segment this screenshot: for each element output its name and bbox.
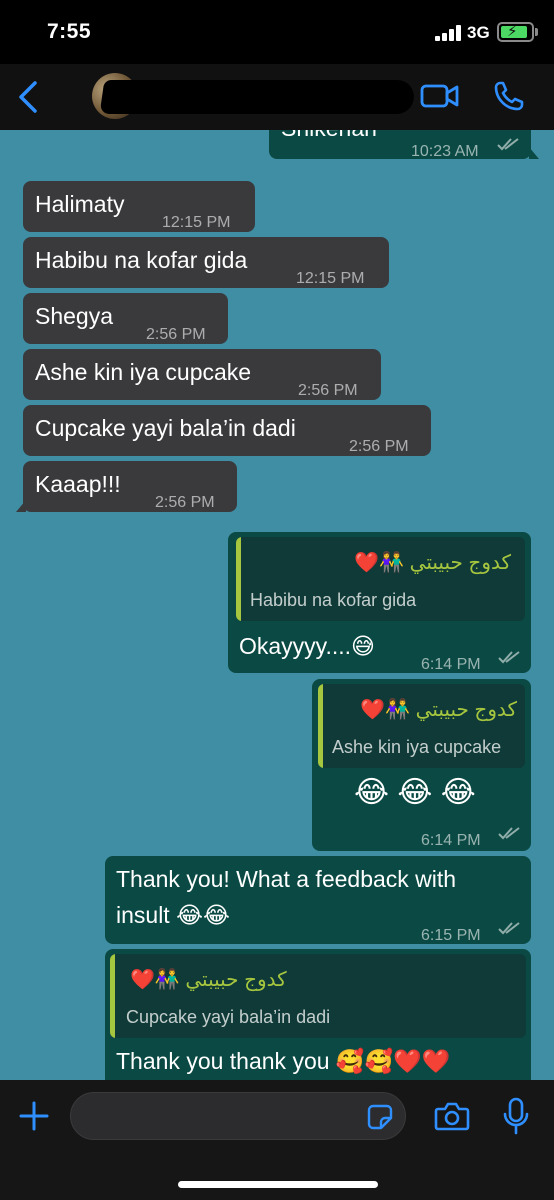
message-bubble-outgoing[interactable]: كدوج حبيبتي 👫❤️ Ashe kin iya cupcake 😂 😂… xyxy=(312,679,531,851)
message-input[interactable] xyxy=(70,1092,406,1140)
message-bubble-incoming[interactable]: Cupcake yayi bala’in dadi 2:56 PM xyxy=(23,405,431,456)
quote-accent-bar xyxy=(236,537,241,621)
message-bubble-incoming[interactable]: Habibu na kofar gida 12:15 PM xyxy=(23,237,389,288)
quote-text: Habibu na kofar gida xyxy=(250,590,417,610)
attach-button[interactable] xyxy=(16,1098,52,1134)
quote-accent-bar xyxy=(318,684,323,768)
quoted-message[interactable]: كدوج حبيبتي 👫❤️ Ashe kin iya cupcake xyxy=(318,684,525,768)
message-bubble-outgoing[interactable]: كدوج حبيبتي 👫❤️ Habibu na kofar gida Oka… xyxy=(228,532,531,673)
read-receipt-icon xyxy=(498,651,520,664)
read-receipt-icon xyxy=(498,922,520,935)
message-time: 10:23 AM xyxy=(411,143,479,160)
message-time: 2:56 PM xyxy=(349,438,409,455)
battery-charging-icon: ⚡ xyxy=(497,22,534,42)
video-camera-icon xyxy=(420,84,459,108)
message-bubble-outgoing[interactable]: كدوج حبيبتي 👫❤️ Cupcake yayi bala’in dad… xyxy=(105,949,531,1080)
status-bar: 7:55 3G ⚡ xyxy=(0,0,554,64)
plus-icon xyxy=(19,1101,49,1131)
read-receipt-icon xyxy=(498,827,520,840)
message-time: 2:56 PM xyxy=(155,494,215,511)
message-bubble-incoming[interactable]: Kaaap!!! 2:56 PM xyxy=(16,461,237,512)
sticker-button[interactable] xyxy=(365,1102,395,1132)
read-receipt-icon xyxy=(497,138,519,151)
chat-messages-area[interactable]: Shikenan 10:23 AM Halimaty 12:15 PM Habi… xyxy=(0,130,554,1080)
message-time: 12:15 PM xyxy=(296,270,365,287)
quoted-message[interactable]: كدوج حبيبتي 👫❤️ Habibu na kofar gida xyxy=(236,537,525,621)
quote-author: كدوج حبيبتي 👫❤️ xyxy=(354,552,511,574)
message-bubble-outgoing[interactable]: Thank you! What a feedback with insult 😂… xyxy=(105,856,531,944)
quote-author: كدوج حبيبتي 👫❤️ xyxy=(360,699,517,721)
quote-author: كدوج حبيبتي 👫❤️ xyxy=(130,969,287,991)
message-time: 6:14 PM xyxy=(421,832,481,849)
voice-call-button[interactable] xyxy=(489,76,529,116)
message-composer xyxy=(0,1080,554,1200)
message-bubble-incoming[interactable]: Shegya 2:56 PM xyxy=(23,293,228,344)
network-type: 3G xyxy=(467,23,490,42)
quote-text: Ashe kin iya cupcake xyxy=(332,737,502,757)
bubble-tail xyxy=(529,147,539,159)
phone-icon xyxy=(494,81,524,111)
home-indicator xyxy=(178,1181,378,1188)
message-bubble-outgoing[interactable]: Shikenan 10:23 AM xyxy=(269,130,539,160)
bubble-tail xyxy=(16,500,26,512)
message-text: Halimaty xyxy=(35,191,125,217)
cellular-signal-icon xyxy=(435,25,461,41)
message-text-line: insult 😂😂 xyxy=(116,902,230,928)
quote-accent-bar xyxy=(110,954,115,1038)
message-time: 2:56 PM xyxy=(146,326,206,343)
message-time: 12:15 PM xyxy=(162,214,231,231)
chevron-left-icon xyxy=(19,81,37,113)
message-text: Shegya xyxy=(35,303,114,329)
message-time: 2:56 PM xyxy=(298,382,358,399)
camera-button[interactable] xyxy=(432,1098,472,1134)
quote-text: Cupcake yayi bala’in dadi xyxy=(126,1007,331,1027)
camera-icon xyxy=(434,1102,470,1131)
quoted-message[interactable]: كدوج حبيبتي 👫❤️ Cupcake yayi bala’in dad… xyxy=(110,954,526,1038)
message-bubble-incoming[interactable]: Ashe kin iya cupcake 2:56 PM xyxy=(23,349,381,400)
message-text: Thank you thank you 🥰🥰❤️❤️ xyxy=(116,1048,451,1074)
message-text: Habibu na kofar gida xyxy=(35,247,248,273)
microphone-button[interactable] xyxy=(500,1096,532,1136)
message-text: Okayyyy....😅 xyxy=(239,633,376,659)
message-text: Kaaap!!! xyxy=(35,471,121,497)
video-call-button[interactable] xyxy=(418,78,462,114)
message-text: Shikenan xyxy=(281,130,377,146)
chat-header xyxy=(0,64,554,130)
battery-tip xyxy=(535,28,538,36)
message-bubble-incoming[interactable]: Halimaty 12:15 PM xyxy=(23,181,255,232)
message-text: 😂 😂 😂 xyxy=(354,776,476,809)
message-text-line: Thank you! What a feedback with xyxy=(116,866,457,892)
status-time: 7:55 xyxy=(47,20,92,43)
message-time: 6:14 PM xyxy=(421,656,481,673)
sticker-icon xyxy=(367,1104,393,1130)
microphone-icon xyxy=(503,1097,529,1135)
message-text: Cupcake yayi bala’in dadi xyxy=(35,415,296,441)
redacted-contact-name[interactable] xyxy=(99,80,417,114)
back-button[interactable] xyxy=(8,74,48,120)
message-text: Ashe kin iya cupcake xyxy=(35,359,252,385)
